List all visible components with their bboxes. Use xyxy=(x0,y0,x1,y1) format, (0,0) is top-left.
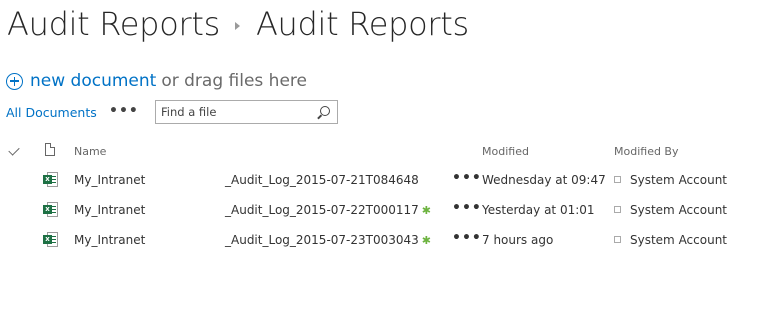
modified-date: 7 hours ago xyxy=(482,233,554,247)
item-menu-ellipsis-icon[interactable]: ••• xyxy=(452,170,482,186)
search-input[interactable] xyxy=(156,102,311,122)
file-name-suffix-link[interactable]: _Audit_Log_2015-07-22T000117 ✱ xyxy=(225,203,431,217)
view-all-documents[interactable]: All Documents xyxy=(6,105,97,120)
modified-by-user[interactable]: System Account xyxy=(630,233,727,247)
file-name-link[interactable]: My_Intranet xyxy=(74,233,145,247)
file-name-link[interactable]: My_Intranet xyxy=(74,203,145,217)
item-menu-ellipsis-icon[interactable]: ••• xyxy=(452,200,482,216)
drag-files-hint: or drag files here xyxy=(161,71,307,91)
upload-bar: new document or drag files here xyxy=(6,69,307,93)
file-name-suffix-link[interactable]: _Audit_Log_2015-07-23T003043 ✱ xyxy=(225,233,431,247)
modified-by-user[interactable]: System Account xyxy=(630,173,727,187)
select-all-check-icon[interactable] xyxy=(8,144,20,156)
view-more-ellipsis-icon[interactable]: ••• xyxy=(109,103,139,119)
excel-file-icon: x xyxy=(43,172,58,187)
new-item-icon: ✱ xyxy=(421,234,431,247)
file-name-suffix-link[interactable]: _Audit_Log_2015-07-21T084648 xyxy=(225,173,419,187)
table-row[interactable]: x My_Intranet _Audit_Log_2015-07-21T0846… xyxy=(0,165,784,195)
file-type-header-icon[interactable] xyxy=(45,143,55,156)
item-menu-ellipsis-icon[interactable]: ••• xyxy=(452,230,482,246)
breadcrumb-parent[interactable]: Audit Reports xyxy=(7,5,220,43)
new-document-link[interactable]: new document xyxy=(30,71,156,91)
presence-icon xyxy=(614,176,621,183)
search-icon[interactable] xyxy=(320,106,330,116)
modified-date: Wednesday at 09:47 xyxy=(482,173,606,187)
file-name-link[interactable]: My_Intranet xyxy=(74,173,145,187)
page-title: Audit Reports xyxy=(255,5,469,43)
modified-by-user[interactable]: System Account xyxy=(630,203,727,217)
new-item-icon: ✱ xyxy=(421,204,431,217)
search-box[interactable] xyxy=(155,100,338,124)
excel-file-icon: x xyxy=(43,202,58,217)
table-row[interactable]: x My_Intranet _Audit_Log_2015-07-22T0001… xyxy=(0,195,784,225)
excel-file-icon: x xyxy=(43,232,58,247)
column-header-name[interactable]: Name xyxy=(74,145,106,158)
breadcrumb-separator-icon xyxy=(234,22,240,30)
column-header-modified-by[interactable]: Modified By xyxy=(614,145,679,158)
presence-icon xyxy=(614,236,621,243)
column-header-modified[interactable]: Modified xyxy=(482,145,529,158)
table-row[interactable]: x My_Intranet _Audit_Log_2015-07-23T0030… xyxy=(0,225,784,255)
add-circle-icon[interactable] xyxy=(6,72,23,90)
presence-icon xyxy=(614,206,621,213)
breadcrumb: Audit Reports Audit Reports xyxy=(7,2,469,46)
modified-date: Yesterday at 01:01 xyxy=(482,203,595,217)
